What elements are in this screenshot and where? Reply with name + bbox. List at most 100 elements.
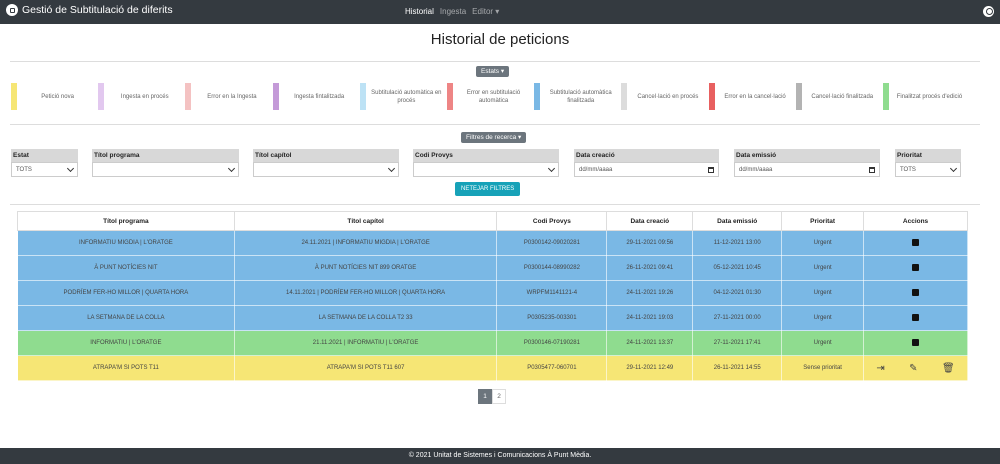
table-cell: 26-11-2021 14:55	[692, 355, 783, 381]
table-cell: Urgent	[781, 255, 865, 281]
table-cell: Urgent	[781, 305, 865, 331]
actions-cell	[863, 280, 968, 306]
table-row[interactable]: LA SETMANA DE LA COLLA LA SETMANA DE LA C…	[17, 305, 968, 331]
page-2-button[interactable]: 2	[492, 389, 506, 404]
table-cell: INFORMATIU MIGDIA | L'ORATGE	[17, 230, 235, 256]
column-header[interactable]: Títol programa	[17, 211, 235, 231]
filter-label: Data creació	[574, 149, 719, 162]
trash-icon[interactable]: 🗑	[942, 363, 955, 374]
table-cell: P0300144-08990282	[496, 255, 608, 281]
column-header[interactable]: Títol capítol	[233, 211, 498, 231]
estat-select[interactable]: TOTS	[11, 162, 78, 177]
divider	[10, 124, 980, 125]
filters-button[interactable]: Filtres de recerca ▾	[461, 132, 527, 143]
divider	[10, 204, 980, 205]
date-placeholder: dd/mm/aaaa	[579, 166, 613, 173]
table-cell: Urgent	[781, 280, 865, 306]
table-cell: Urgent	[781, 330, 865, 356]
legend-item: Finalitzat procés d'edició	[882, 83, 971, 110]
stop-icon[interactable]	[912, 239, 920, 247]
filter-label: Prioritat	[895, 149, 961, 162]
table-cell: 05-12-2021 10:45	[692, 255, 783, 281]
app-title: Gestió de Subtitulació de diferits	[22, 4, 173, 16]
navbar: Gestió de Subtitulació de diferits Histo…	[0, 0, 1000, 24]
stop-icon[interactable]	[912, 264, 920, 272]
stop-icon[interactable]	[912, 314, 920, 322]
legend-label: Error en la Ingesta	[207, 93, 257, 100]
calendar-icon[interactable]	[869, 166, 875, 173]
requests-table: Títol programa Títol capítol Codi Provys…	[17, 211, 968, 381]
estats-button[interactable]: Estats ▾	[476, 66, 510, 77]
stop-icon[interactable]	[912, 339, 920, 347]
app-brand[interactable]: Gestió de Subtitulació de diferits	[6, 4, 173, 16]
table-cell: LA SETMANA DE LA COLLA	[17, 305, 235, 331]
column-header[interactable]: Codi Provys	[496, 211, 608, 231]
chevron-down-icon	[547, 164, 556, 172]
table-cell: 27-11-2021 00:00	[692, 305, 783, 331]
table-cell: À PUNT NOTÍCIES NIT	[17, 255, 235, 281]
filter-label: Títol programa	[92, 149, 239, 162]
legend-label: Ingesta en procés	[120, 93, 169, 100]
nav-links: Historial Ingesta Editor ▾	[405, 7, 505, 16]
table-cell: LA SETMANA DE LA COLLA T2 33	[233, 305, 498, 331]
chevron-down-icon	[949, 164, 958, 172]
pagination: 1 2	[478, 389, 506, 404]
data-emissio-input[interactable]: dd/mm/aaaa	[734, 162, 880, 177]
filter-titol-programa: Títol programa	[92, 149, 239, 177]
clear-filters-button[interactable]: NETEJAR FILTRES	[455, 182, 521, 196]
legend-item: Error en subtitulació automàtica	[446, 83, 535, 110]
nav-ingesta[interactable]: Ingesta	[440, 7, 466, 16]
edit-icon[interactable]: ✎	[909, 363, 917, 374]
titol-programa-select[interactable]	[92, 162, 239, 177]
filter-data-creacio: Data creació dd/mm/aaaa	[574, 149, 719, 177]
lock-icon	[6, 4, 18, 16]
table-cell: 27-11-2021 17:41	[692, 330, 783, 356]
titol-capitol-select[interactable]	[253, 162, 399, 177]
legend-item: Ingesta fintalitzada	[272, 83, 360, 110]
table-row[interactable]: INFORMATIU | L'ORATGE 21.11.2021 | INFORM…	[17, 330, 968, 356]
table-row[interactable]: PODRÍEM FER-HO MILLOR | QUARTA HORA 14.11…	[17, 280, 968, 306]
table-cell: 26-11-2021 09:41	[606, 255, 694, 281]
actions-cell	[863, 330, 968, 356]
filter-label: Títol capítol	[253, 149, 399, 162]
stop-icon[interactable]	[912, 289, 920, 297]
column-header[interactable]: Data creació	[606, 211, 694, 231]
table-row[interactable]: ATRAPA'M SI POTS T11 ATRAPA'M SI POTS T11…	[17, 355, 968, 381]
nav-historial[interactable]: Historial	[405, 7, 434, 16]
filter-estat: Estat TOTS	[11, 149, 78, 177]
codi-provys-select[interactable]	[413, 162, 559, 177]
table-cell: 24.11.2021 | INFORMATIU MIGDIA | L'ORATG…	[233, 230, 498, 256]
table-cell: Urgent	[781, 230, 865, 256]
table-row[interactable]: INFORMATIU MIGDIA | L'ORATGE 24.11.2021 |…	[17, 230, 968, 256]
select-value: TOTS	[16, 166, 32, 173]
column-header[interactable]: Prioritat	[781, 211, 865, 231]
table-cell: P0305235-003301	[496, 305, 608, 331]
status-legend: Petició nova Ingesta en procés Error en la…	[11, 83, 971, 110]
data-creacio-input[interactable]: dd/mm/aaaa	[574, 162, 719, 177]
prioritat-select[interactable]: TOTS	[895, 162, 961, 177]
filter-data-emissio: Data emissió dd/mm/aaaa	[734, 149, 880, 177]
chevron-down-icon	[66, 164, 75, 172]
chevron-down-icon	[227, 164, 236, 172]
table-cell: P0305477-060701	[496, 355, 608, 381]
divider	[10, 61, 980, 62]
actions-cell: ⇥ ✎ 🗑	[863, 355, 968, 381]
legend-item: Error en la cancel·lació	[708, 83, 796, 110]
legend-label: Cancel·lació finalitzada	[811, 93, 874, 100]
table-cell: ATRAPA'M SI POTS T11 607	[233, 355, 498, 381]
filter-label: Estat	[11, 149, 78, 162]
login-icon[interactable]: ⇥	[876, 363, 884, 374]
actions-cell	[863, 230, 968, 256]
page-1-button[interactable]: 1	[478, 389, 492, 404]
legend-label: Petició nova	[41, 93, 74, 100]
filter-prioritat: Prioritat TOTS	[895, 149, 961, 177]
legend-item: Error en la Ingesta	[185, 83, 273, 110]
table-row[interactable]: À PUNT NOTÍCIES NIT À PUNT NOTÍCIES NIT 8…	[17, 255, 968, 281]
nav-editor-dropdown[interactable]: Editor ▾	[472, 7, 499, 16]
footer: © 2021 Unitat de Sistemes i Comunicacion…	[0, 448, 1000, 464]
table-cell: Sense prioritat	[781, 355, 865, 381]
user-icon[interactable]	[983, 6, 994, 17]
calendar-icon[interactable]	[708, 166, 714, 173]
table-cell: P0300146-07190281	[496, 330, 608, 356]
column-header[interactable]: Data emissió	[692, 211, 783, 231]
